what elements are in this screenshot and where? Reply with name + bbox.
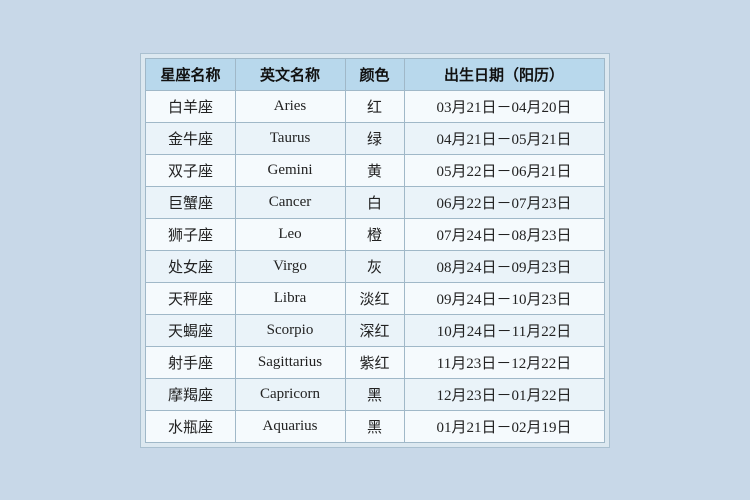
- zodiac-table-container: 星座名称 英文名称 颜色 出生日期（阳历） 白羊座Aries红03月21日－04…: [140, 53, 609, 448]
- cell-zh: 白羊座: [146, 90, 235, 122]
- table-row: 白羊座Aries红03月21日－04月20日: [146, 90, 604, 122]
- cell-en: Aquarius: [235, 410, 345, 442]
- table-row: 处女座Virgo灰08月24日－09月23日: [146, 250, 604, 282]
- table-row: 双子座Gemini黄05月22日－06月21日: [146, 154, 604, 186]
- cell-color: 淡红: [345, 282, 404, 314]
- cell-date: 10月24日－11月22日: [404, 314, 604, 346]
- cell-color: 紫红: [345, 346, 404, 378]
- table-row: 射手座Sagittarius紫红11月23日－12月22日: [146, 346, 604, 378]
- header-zh: 星座名称: [146, 58, 235, 90]
- cell-date: 01月21日－02月19日: [404, 410, 604, 442]
- table-row: 狮子座Leo橙07月24日－08月23日: [146, 218, 604, 250]
- cell-color: 红: [345, 90, 404, 122]
- zodiac-table: 星座名称 英文名称 颜色 出生日期（阳历） 白羊座Aries红03月21日－04…: [145, 58, 604, 443]
- cell-zh: 天秤座: [146, 282, 235, 314]
- cell-color: 灰: [345, 250, 404, 282]
- table-row: 摩羯座Capricorn黑12月23日－01月22日: [146, 378, 604, 410]
- cell-en: Libra: [235, 282, 345, 314]
- cell-en: Aries: [235, 90, 345, 122]
- table-row: 金牛座Taurus绿04月21日－05月21日: [146, 122, 604, 154]
- cell-date: 03月21日－04月20日: [404, 90, 604, 122]
- cell-date: 07月24日－08月23日: [404, 218, 604, 250]
- cell-en: Gemini: [235, 154, 345, 186]
- table-row: 天蝎座Scorpio深红10月24日－11月22日: [146, 314, 604, 346]
- table-row: 天秤座Libra淡红09月24日－10月23日: [146, 282, 604, 314]
- cell-zh: 天蝎座: [146, 314, 235, 346]
- cell-color: 深红: [345, 314, 404, 346]
- cell-color: 白: [345, 186, 404, 218]
- cell-zh: 水瓶座: [146, 410, 235, 442]
- cell-color: 黄: [345, 154, 404, 186]
- table-body: 白羊座Aries红03月21日－04月20日金牛座Taurus绿04月21日－0…: [146, 90, 604, 442]
- cell-date: 09月24日－10月23日: [404, 282, 604, 314]
- cell-color: 黑: [345, 378, 404, 410]
- cell-en: Sagittarius: [235, 346, 345, 378]
- cell-date: 04月21日－05月21日: [404, 122, 604, 154]
- header-color: 颜色: [345, 58, 404, 90]
- cell-zh: 狮子座: [146, 218, 235, 250]
- cell-color: 橙: [345, 218, 404, 250]
- header-date: 出生日期（阳历）: [404, 58, 604, 90]
- cell-zh: 金牛座: [146, 122, 235, 154]
- cell-zh: 处女座: [146, 250, 235, 282]
- cell-date: 05月22日－06月21日: [404, 154, 604, 186]
- cell-color: 黑: [345, 410, 404, 442]
- cell-date: 11月23日－12月22日: [404, 346, 604, 378]
- header-en: 英文名称: [235, 58, 345, 90]
- cell-en: Taurus: [235, 122, 345, 154]
- cell-zh: 双子座: [146, 154, 235, 186]
- cell-en: Virgo: [235, 250, 345, 282]
- cell-en: Scorpio: [235, 314, 345, 346]
- cell-en: Cancer: [235, 186, 345, 218]
- cell-zh: 摩羯座: [146, 378, 235, 410]
- cell-zh: 射手座: [146, 346, 235, 378]
- cell-color: 绿: [345, 122, 404, 154]
- cell-date: 12月23日－01月22日: [404, 378, 604, 410]
- cell-en: Leo: [235, 218, 345, 250]
- table-row: 水瓶座Aquarius黑01月21日－02月19日: [146, 410, 604, 442]
- cell-zh: 巨蟹座: [146, 186, 235, 218]
- table-header-row: 星座名称 英文名称 颜色 出生日期（阳历）: [146, 58, 604, 90]
- table-row: 巨蟹座Cancer白06月22日－07月23日: [146, 186, 604, 218]
- cell-date: 06月22日－07月23日: [404, 186, 604, 218]
- cell-en: Capricorn: [235, 378, 345, 410]
- cell-date: 08月24日－09月23日: [404, 250, 604, 282]
